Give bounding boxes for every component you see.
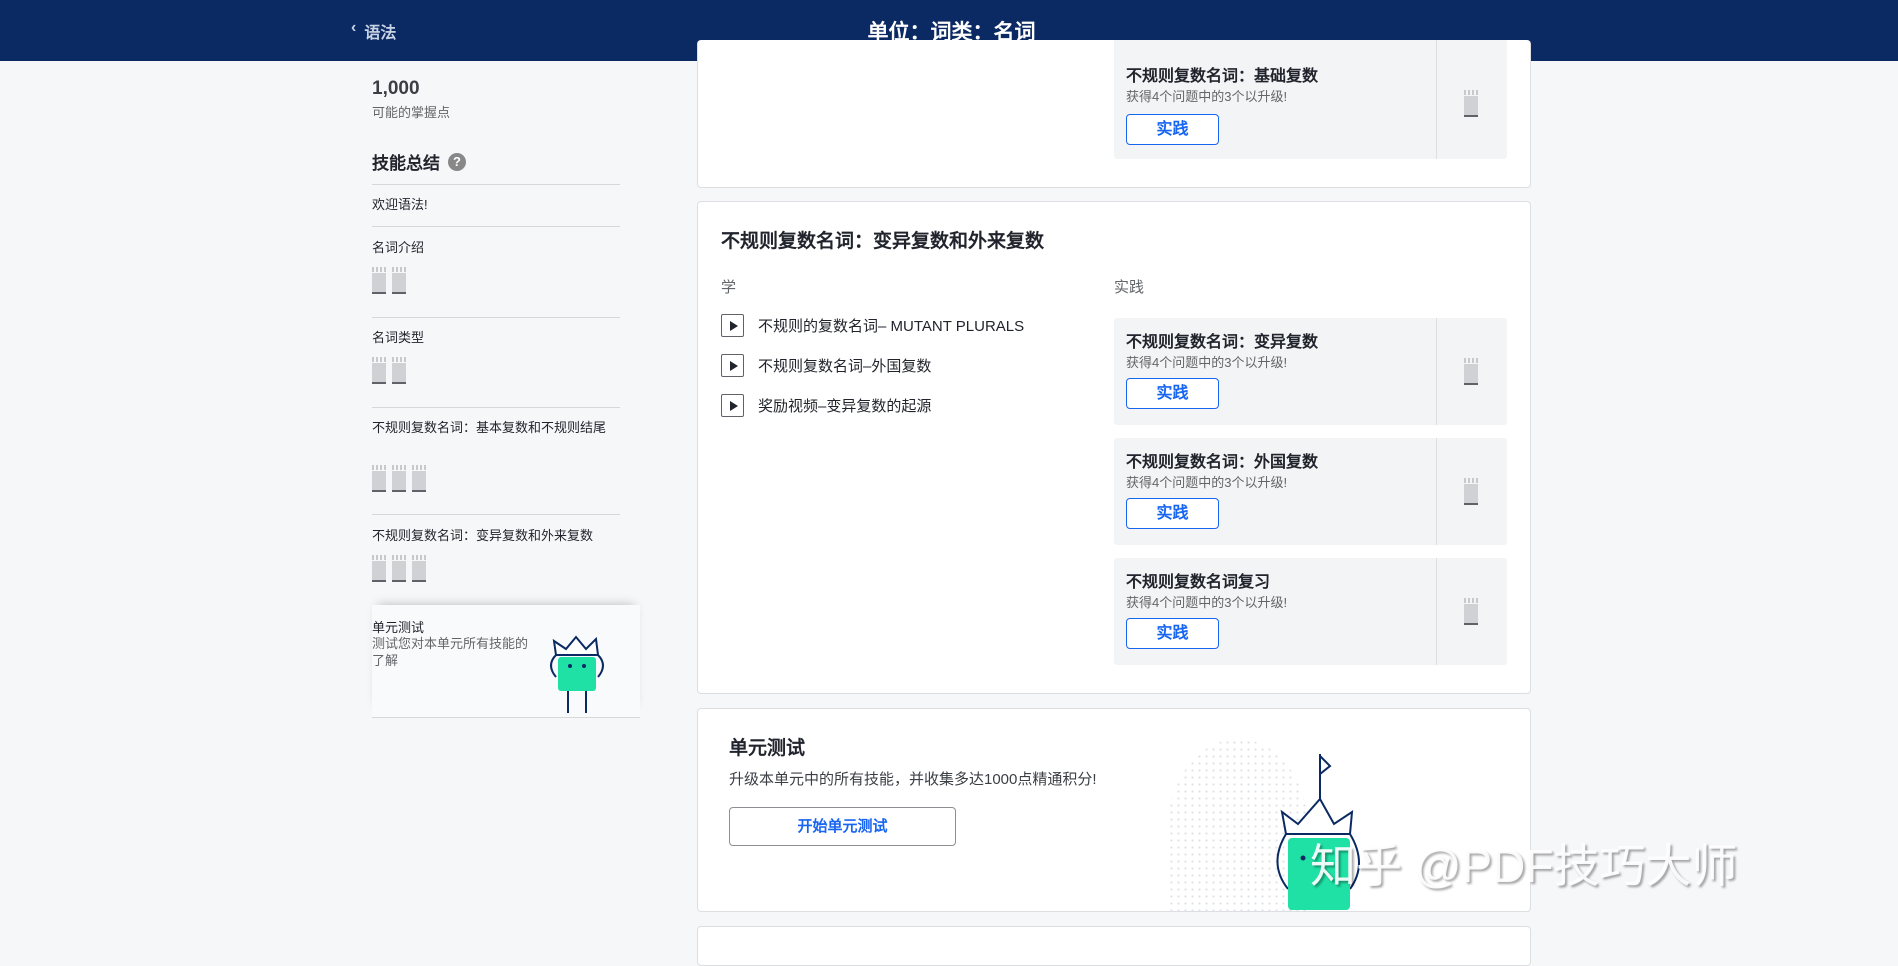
mastery-icons xyxy=(372,357,406,385)
unit-test-title: 单元测试 xyxy=(729,738,806,759)
unit-test-desc: 升级本单元中的所有技能，并收集多达1000点精通积分! xyxy=(729,771,1097,788)
practice-button[interactable]: 实践 xyxy=(1126,498,1219,529)
mastery-icons xyxy=(372,555,426,583)
practice-subtitle: 获得4个问题中的3个以升级! xyxy=(1126,595,1288,610)
skill-summary-heading: 技能总结? xyxy=(372,149,466,174)
sidebar-item-noun-intro[interactable]: 名词介绍 xyxy=(372,239,620,256)
mastery-crown-icon xyxy=(392,555,406,583)
divider xyxy=(372,407,620,408)
practice-title: 不规则复数名词：变异复数 xyxy=(1126,334,1319,351)
skill-summary-title: 技能总结 xyxy=(372,154,440,173)
divider xyxy=(1436,40,1437,159)
mastery-points-label: 可能的掌握点 xyxy=(372,105,451,120)
practice-item: 不规则复数名词：外国复数 获得4个问题中的3个以升级! 实践 xyxy=(1114,438,1507,545)
mastery-icons xyxy=(372,267,406,295)
practice-subtitle: 获得4个问题中的3个以升级! xyxy=(1126,89,1288,104)
play-icon xyxy=(721,354,744,377)
mastery-crown-icon xyxy=(392,357,406,385)
mastery-crown-icon xyxy=(392,267,406,295)
mastery-crown-icon xyxy=(412,555,426,583)
mastery-points: 1,000 xyxy=(372,78,420,99)
mastery-crown-icon xyxy=(372,465,386,493)
unit-test-title: 单元测试 xyxy=(372,620,425,635)
mastery-crown-icon xyxy=(372,555,386,583)
video-item[interactable]: 奖励视频–变异复数的起源 xyxy=(721,394,931,417)
practice-button[interactable]: 实践 xyxy=(1126,618,1219,649)
practice-button[interactable]: 实践 xyxy=(1126,378,1219,409)
help-icon[interactable]: ? xyxy=(448,152,466,171)
mastery-crown-icon xyxy=(1464,90,1478,118)
practice-item: 不规则复数名词：基础复数 获得4个问题中的3个以升级! 实践 xyxy=(1114,40,1507,159)
divider xyxy=(372,226,620,227)
video-item[interactable]: 不规则复数名词–外国复数 xyxy=(721,354,931,377)
mastery-crown-icon xyxy=(372,267,386,295)
divider xyxy=(372,514,620,515)
sidebar-item-welcome[interactable]: 欢迎语法! xyxy=(372,196,620,213)
video-item[interactable]: 不规则的复数名词– MUTANT PLURALS xyxy=(721,314,1024,337)
practice-item: 不规则复数名词：变异复数 获得4个问题中的3个以升级! 实践 xyxy=(1114,318,1507,425)
practice-label: 实践 xyxy=(1114,279,1145,296)
divider xyxy=(1436,558,1437,665)
sidebar-item-irregular-basic[interactable]: 不规则复数名词：基本复数和不规则结尾 xyxy=(372,419,617,436)
video-label: 不规则的复数名词– MUTANT PLURALS xyxy=(758,318,1025,335)
mastery-crown-icon xyxy=(1464,598,1478,626)
mastery-crown-icon xyxy=(392,465,406,493)
play-icon xyxy=(721,314,744,337)
mastery-crown-icon xyxy=(1464,358,1478,386)
divider xyxy=(1436,438,1437,545)
mastery-crown-icon xyxy=(1464,478,1478,506)
next-card xyxy=(697,926,1531,966)
mascot-icon xyxy=(550,635,604,713)
divider xyxy=(372,317,620,318)
practice-button[interactable]: 实践 xyxy=(1126,114,1219,145)
practice-item: 不规则复数名词复习 获得4个问题中的3个以升级! 实践 xyxy=(1114,558,1507,665)
learn-label: 学 xyxy=(721,279,737,296)
practice-title: 不规则复数名词复习 xyxy=(1126,574,1271,591)
practice-title: 不规则复数名词：外国复数 xyxy=(1126,454,1319,471)
play-icon xyxy=(721,394,744,417)
divider xyxy=(372,184,620,185)
mastery-crown-icon xyxy=(412,465,426,493)
sidebar-item-irregular-mutant[interactable]: 不规则复数名词：变异复数和外来复数 xyxy=(372,527,620,544)
start-unit-test-button[interactable]: 开始单元测试 xyxy=(729,807,956,846)
video-label: 奖励视频–变异复数的起源 xyxy=(758,398,932,415)
sidebar-item-noun-types[interactable]: 名词类型 xyxy=(372,329,620,346)
sidebar-item-unit-test[interactable]: 单元测试 测试您对本单元所有技能的了解 xyxy=(372,605,640,718)
mastery-icons xyxy=(372,465,426,493)
divider xyxy=(1436,318,1437,425)
watermark: 知乎 @PDF技巧大师 xyxy=(1310,840,1738,892)
practice-title: 不规则复数名词：基础复数 xyxy=(1126,68,1319,85)
unit-test-desc: 测试您对本单元所有技能的了解 xyxy=(372,636,529,668)
practice-subtitle: 获得4个问题中的3个以升级! xyxy=(1126,355,1288,370)
mastery-crown-icon xyxy=(372,357,386,385)
skill-title: 不规则复数名词：变异复数和外来复数 xyxy=(721,231,1045,252)
video-label: 不规则复数名词–外国复数 xyxy=(758,358,932,375)
practice-subtitle: 获得4个问题中的3个以升级! xyxy=(1126,475,1288,490)
